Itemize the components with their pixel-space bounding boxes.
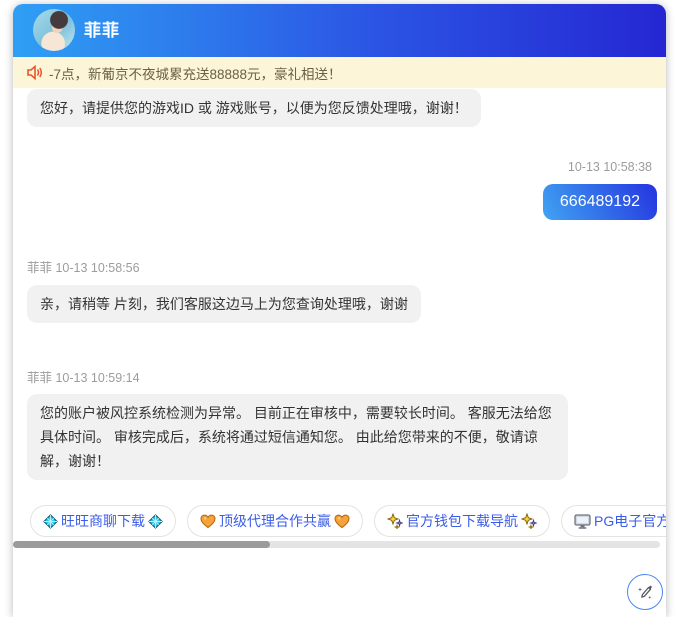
diamond-icon — [43, 514, 58, 529]
chat-area: 您好，请提供您的游戏ID 或 游戏账号，以便为您反馈处理哦，谢谢！ 10-13 … — [13, 89, 666, 480]
quick-reply-agent-cooperation[interactable]: 顶级代理合作共赢 — [187, 505, 363, 537]
agent-message-label: 菲菲 10-13 10:59:14 — [27, 367, 666, 386]
quick-reply-label: 官方钱包下载导航 — [406, 511, 518, 531]
monitor-icon — [574, 514, 591, 529]
user-message: 666489192 — [543, 184, 657, 220]
magic-pen-icon — [635, 582, 655, 602]
quick-reply-wallet-download[interactable]: 官方钱包下载导航 — [374, 505, 550, 537]
diamond-icon — [148, 514, 163, 529]
agent-avatar — [33, 9, 75, 51]
compose-button[interactable] — [627, 574, 663, 610]
chat-window: 菲菲 -7点，新葡京不夜城累充送88888元，豪礼相送！ 您好，请提供您的游戏I… — [13, 4, 666, 617]
quick-reply-label: 顶级代理合作共赢 — [219, 511, 331, 531]
quick-reply-label: PG电子官方指定合作平台 — [594, 511, 666, 531]
quick-reply-bar: 旺旺商聊下载 顶级代理合作共赢 — [13, 505, 666, 537]
agent-message: 您好，请提供您的游戏ID 或 游戏账号，以便为您反馈处理哦，谢谢！ — [27, 89, 481, 127]
message-timestamp: 10-13 10:58:38 — [13, 160, 652, 174]
chat-header: 菲菲 — [13, 4, 666, 57]
orange-heart-icon — [200, 514, 216, 529]
quick-reply-pg-platform[interactable]: PG电子官方指定合作平台 — [561, 505, 666, 537]
quick-reply-scrollbar-thumb[interactable] — [13, 541, 270, 548]
user-message-row: 666489192 — [13, 184, 657, 220]
announcement-bar: -7点，新葡京不夜城累充送88888元，豪礼相送！ — [13, 57, 666, 88]
speaker-icon — [27, 65, 44, 80]
announcement-text: -7点，新葡京不夜城累充送88888元，豪礼相送！ — [49, 63, 342, 83]
sparkles-icon — [387, 513, 403, 529]
input-area — [13, 553, 666, 617]
agent-name: 菲菲 — [84, 4, 120, 57]
orange-heart-icon — [334, 514, 350, 529]
quick-reply-label: 旺旺商聊下载 — [61, 511, 145, 531]
agent-message: 您的账户被风控系统检测为异常。 目前正在审核中，需要较长时间。 客服无法给您具体… — [27, 394, 568, 480]
sparkles-icon — [521, 513, 537, 529]
quick-reply-scrollbar-track[interactable] — [13, 541, 660, 548]
agent-message: 亲，请稍等 片刻，我们客服这边马上为您查询处理哦，谢谢 — [27, 285, 421, 323]
quick-reply-wangwang-download[interactable]: 旺旺商聊下载 — [30, 505, 176, 537]
agent-message-label: 菲菲 10-13 10:58:56 — [27, 257, 666, 276]
